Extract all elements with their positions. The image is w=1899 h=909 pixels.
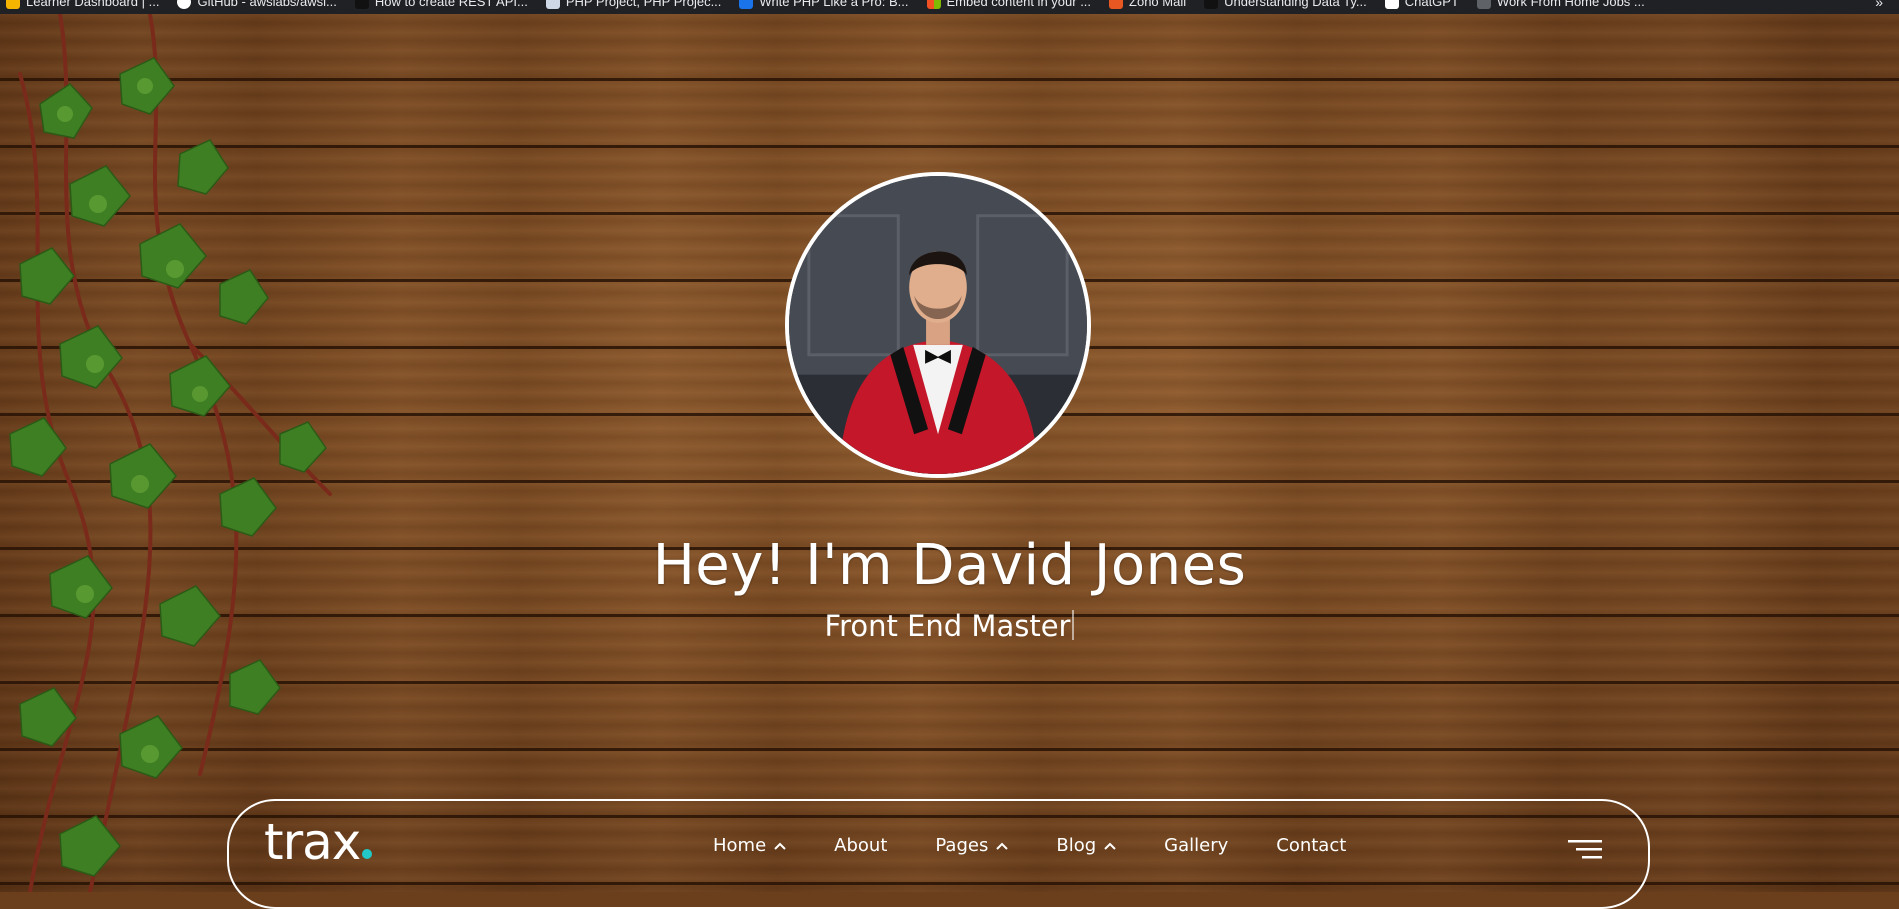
logo-text: trax (264, 813, 361, 871)
bookmark-favicon-icon (354, 0, 369, 9)
profile-photo (785, 172, 1091, 478)
chatgpt-icon (1384, 0, 1399, 9)
nav-item-label: About (834, 835, 888, 856)
nav-item-label: Blog (1056, 835, 1097, 856)
nav-menu: Home About Pages Blog Gallery Contact (713, 835, 1346, 856)
ivy-decoration (9, 14, 332, 892)
nav-item-label: Gallery (1164, 835, 1229, 856)
nav-item-contact[interactable]: Contact (1276, 835, 1346, 856)
bookmark-label: Zoho Mail (1129, 0, 1187, 9)
hero-subtitle: Front End Master (0, 609, 1899, 643)
bookmark-item[interactable]: Learner Dashboard | ... (6, 0, 159, 9)
nav-item-label: Home (713, 835, 767, 856)
bookmark-item[interactable]: Zoho Mail (1109, 0, 1186, 9)
bookmark-favicon-icon (739, 0, 754, 9)
chevron-up-icon (774, 842, 786, 850)
bookmark-favicon-icon (6, 0, 20, 9)
bookmark-label: GitHub - awslabs/awsl... (197, 0, 337, 9)
bookmark-label: PHP Project, PHP Projec... (565, 0, 722, 9)
bookmark-item[interactable]: How to create REST API... (354, 0, 528, 9)
bookmark-favicon-icon (1109, 0, 1124, 9)
nav-item-home[interactable]: Home (713, 835, 786, 856)
nav-item-pages[interactable]: Pages (935, 835, 1009, 856)
bookmark-item[interactable]: GitHub - awslabs/awsl... (177, 0, 337, 9)
bookmark-label: Write PHP Like a Pro: B... (759, 0, 909, 9)
hero-subtitle-text: Front End Master (824, 609, 1071, 643)
bookmark-label: ChatGPT (1404, 0, 1459, 9)
bookmark-label: Learner Dashboard | ... (26, 0, 160, 9)
bookmark-item[interactable]: Write PHP Like a Pro: B... (739, 0, 909, 9)
bookmark-favicon-icon (545, 0, 560, 9)
github-icon (177, 0, 192, 9)
nav-item-label: Contact (1276, 835, 1347, 856)
logo-dot (362, 849, 373, 859)
nav-item-gallery[interactable]: Gallery (1164, 835, 1228, 856)
site-logo[interactable]: trax (264, 817, 373, 867)
bookmark-label: Understanding Data Ty... (1224, 0, 1367, 9)
bookmarks-bar: Learner Dashboard | ... GitHub - awslabs… (0, 0, 1899, 14)
bookmarks-overflow-icon[interactable]: » (1875, 0, 1883, 10)
typing-cursor (1072, 610, 1075, 640)
bookmark-item[interactable]: PHP Project, PHP Projec... (545, 0, 722, 9)
bookmark-label: Work From Home Jobs ... (1496, 0, 1645, 9)
bookmark-item[interactable]: ChatGPT (1384, 0, 1459, 9)
nav-item-blog[interactable]: Blog (1056, 835, 1116, 856)
bookmark-item[interactable]: Embed content in your ... (926, 0, 1092, 9)
chevron-up-icon (1104, 842, 1116, 850)
nav-item-label: Pages (935, 835, 989, 856)
bookmark-favicon-icon (1476, 0, 1491, 9)
bookmark-favicon-icon (1204, 0, 1219, 9)
main-navigation: trax Home About Pages Blog Gallery Conta… (227, 799, 1650, 909)
bookmark-label: Embed content in your ... (946, 0, 1092, 9)
nav-item-about[interactable]: About (834, 835, 887, 856)
hero-headline: Hey! I'm David Jones (652, 533, 1247, 598)
chevron-up-icon (996, 842, 1009, 850)
bookmark-item[interactable]: Work From Home Jobs ... (1476, 0, 1645, 9)
hamburger-menu-icon[interactable] (1568, 838, 1602, 860)
microsoft-icon (926, 0, 941, 9)
bookmark-label: How to create REST API... (374, 0, 528, 9)
bookmark-item[interactable]: Understanding Data Ty... (1204, 0, 1367, 9)
